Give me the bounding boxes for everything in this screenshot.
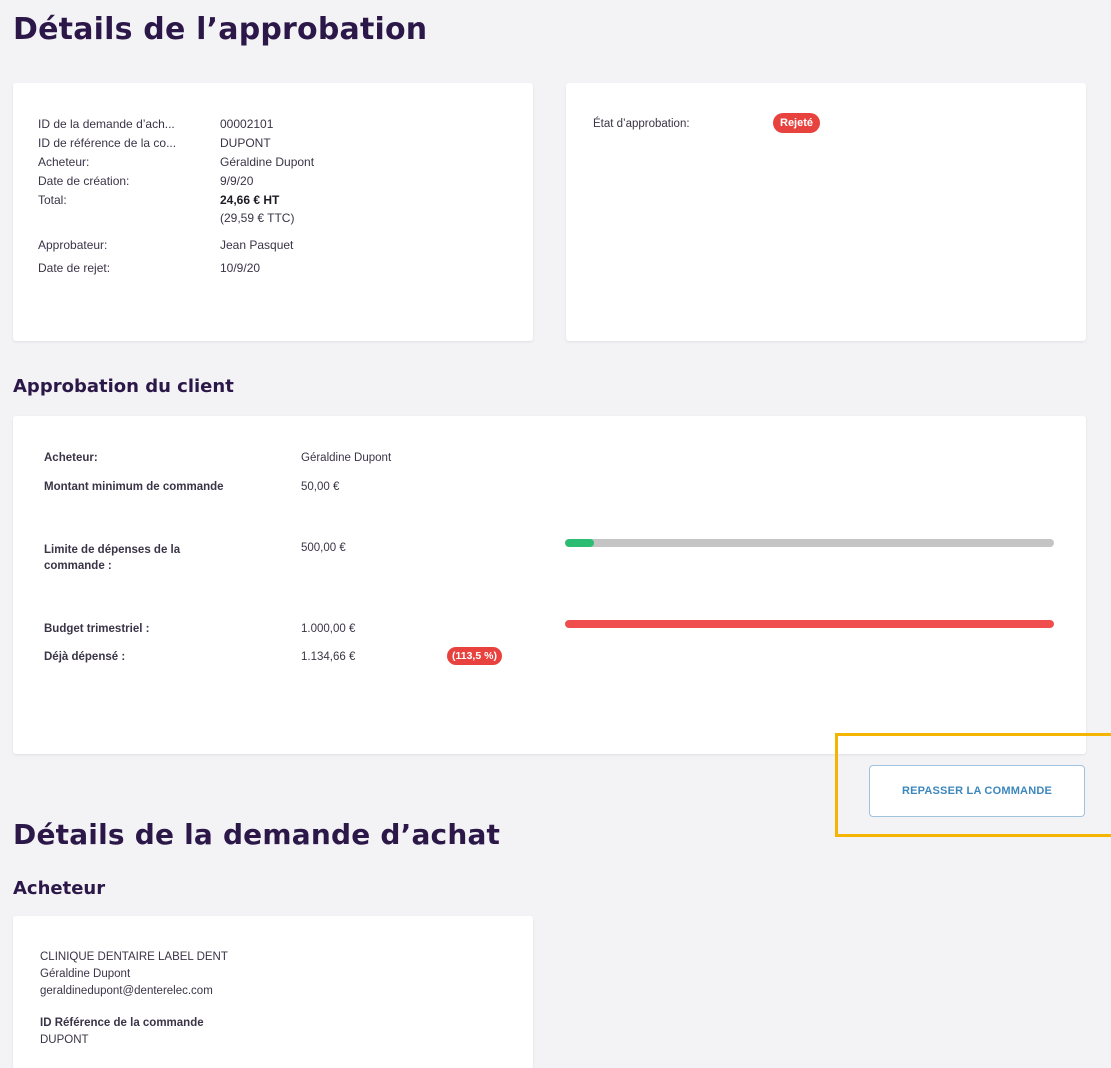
order-limit-label: Limite de dépenses de la commande :	[44, 544, 181, 572]
detail-label: Total:	[38, 193, 67, 207]
company-name: CLINIQUE DENTAIRE LABEL DENT	[40, 951, 228, 963]
purchase-request-title: Détails de la demande d’achat	[13, 818, 501, 851]
order-limit-progress-fill	[565, 539, 595, 547]
detail-label: Approbateur:	[38, 238, 108, 252]
detail-value: Géraldine Dupont	[220, 155, 315, 169]
order-limit-value: 500,00 €	[301, 542, 346, 554]
order-reference-label: ID Référence de la commande	[40, 1017, 204, 1029]
reorder-button[interactable]: REPASSER LA COMMANDE	[869, 765, 1085, 817]
min-order-label: Montant minimum de commande	[44, 481, 224, 493]
detail-value: DUPONT	[220, 136, 271, 150]
overspend-badge: (113,5 %)	[447, 647, 502, 665]
page-title: Détails de l’approbation	[13, 12, 428, 47]
detail-label: ID de référence de la co...	[38, 136, 177, 150]
order-reference-value: DUPONT	[40, 1034, 89, 1046]
client-approval-card: Acheteur: Géraldine Dupont Montant minim…	[13, 416, 1086, 754]
order-limit-progress-bar	[565, 539, 1054, 547]
detail-value: 00002101	[220, 117, 274, 131]
detail-label: Date de rejet:	[38, 261, 111, 275]
status-badge: Rejeté	[773, 113, 821, 133]
detail-label: Acheteur:	[38, 155, 90, 169]
detail-value: 9/9/20	[220, 174, 254, 188]
buyer-name: Géraldine Dupont	[40, 968, 131, 980]
buyer-email[interactable]: geraldinedupont@denterelec.com	[40, 985, 213, 997]
buyer-label: Acheteur:	[44, 452, 98, 464]
approval-status-label: État d’approbation:	[593, 118, 690, 130]
already-spent-value: 1.134,66 €	[301, 651, 356, 663]
detail-label: ID de la demande d’ach...	[38, 117, 175, 131]
approval-status-card: État d’approbation: Rejeté	[566, 83, 1086, 341]
budget-progress-fill	[565, 620, 1054, 628]
client-approval-heading: Approbation du client	[13, 376, 234, 397]
approval-details-card: ID de la demande d’ach... 00002101 ID de…	[13, 83, 533, 341]
detail-label: Date de création:	[38, 174, 130, 188]
total-ttc-value: (29,59 € TTC)	[220, 211, 295, 225]
already-spent-label: Déjà dépensé :	[44, 651, 126, 663]
quarterly-budget-label: Budget trimestriel :	[44, 623, 150, 635]
buyer-value: Géraldine Dupont	[301, 452, 392, 464]
budget-progress-bar	[565, 620, 1054, 628]
detail-value: 10/9/20	[220, 261, 261, 275]
detail-value: Jean Pasquet	[220, 238, 294, 252]
quarterly-budget-value: 1.000,00 €	[301, 623, 356, 635]
min-order-value: 50,00 €	[301, 481, 340, 493]
total-ht-value: 24,66 € HT	[220, 193, 280, 207]
buyer-heading: Acheteur	[13, 878, 106, 899]
buyer-card: CLINIQUE DENTAIRE LABEL DENT Géraldine D…	[13, 916, 533, 1068]
